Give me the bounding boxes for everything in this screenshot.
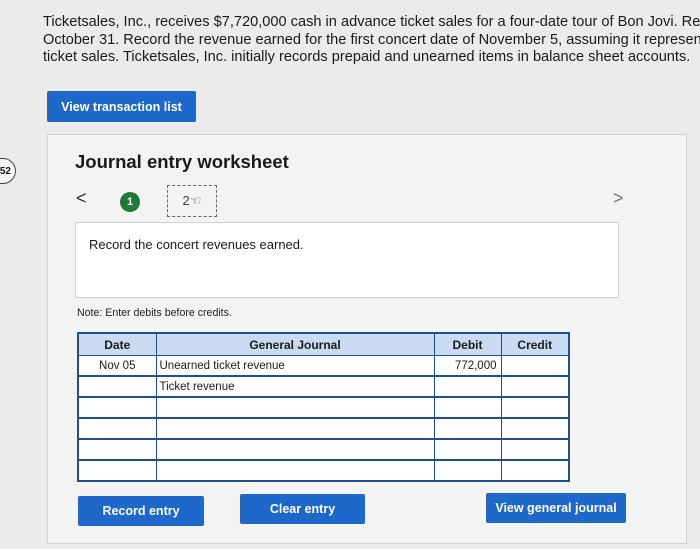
- entry-note: Note: Enter debits before credits.: [77, 307, 232, 319]
- date-cell[interactable]: [77, 375, 157, 398]
- problem-line-2: October 31. Record the revenue earned fo…: [43, 31, 700, 48]
- credit-column-header: Credit: [500, 332, 570, 356]
- account-cell[interactable]: [155, 417, 435, 440]
- credit-cell[interactable]: [500, 438, 570, 461]
- table-row: [77, 396, 570, 419]
- problem-line-3: ticket sales. Ticketsales, Inc. initiall…: [43, 49, 691, 65]
- view-transaction-list-button[interactable]: View transaction list: [47, 91, 196, 122]
- account-cell[interactable]: Unearned ticket revenue: [155, 355, 435, 377]
- debit-cell[interactable]: [433, 396, 502, 419]
- credit-cell[interactable]: [500, 417, 570, 440]
- previous-step-chevron-icon[interactable]: <: [76, 188, 87, 209]
- credit-cell[interactable]: [500, 355, 570, 377]
- table-row: [77, 438, 570, 461]
- debit-cell[interactable]: 772,000: [433, 355, 502, 377]
- credit-cell[interactable]: [500, 396, 570, 419]
- table-row: [77, 417, 570, 440]
- debit-column-header: Debit: [433, 332, 502, 356]
- account-cell[interactable]: [155, 438, 435, 461]
- general-journal-column-header: General Journal: [155, 332, 435, 356]
- problem-text: Ticketsales, Inc., receives $7,720,000 c…: [43, 14, 700, 67]
- problem-line-1: Ticketsales, Inc., receives $7,720,000 c…: [43, 14, 700, 30]
- date-cell[interactable]: Nov 05: [77, 355, 157, 377]
- clear-entry-button[interactable]: Clear entry: [240, 494, 365, 524]
- date-cell[interactable]: [77, 459, 157, 482]
- table-row: Ticket revenue: [77, 375, 570, 398]
- debit-cell[interactable]: [433, 459, 502, 482]
- next-step-chevron-icon[interactable]: >: [613, 188, 624, 209]
- journal-table: Date General Journal Debit Credit Nov 05…: [77, 332, 570, 482]
- date-cell[interactable]: [77, 396, 157, 419]
- account-cell[interactable]: Ticket revenue: [155, 375, 435, 398]
- step-1-button[interactable]: 1: [120, 192, 140, 212]
- debit-cell[interactable]: [433, 438, 502, 461]
- step-2-button[interactable]: 2☜: [167, 185, 217, 217]
- view-general-journal-button[interactable]: View general journal: [486, 493, 626, 523]
- date-cell[interactable]: [77, 438, 157, 461]
- account-cell[interactable]: [155, 459, 435, 482]
- date-column-header: Date: [77, 332, 157, 356]
- credit-cell[interactable]: [500, 375, 570, 398]
- record-entry-button[interactable]: Record entry: [78, 496, 204, 526]
- debit-cell[interactable]: [433, 417, 502, 440]
- worksheet-title: Journal entry worksheet: [75, 151, 289, 172]
- credit-cell[interactable]: [500, 459, 570, 482]
- instruction-text: Record the concert revenues earned.: [89, 237, 304, 252]
- instruction-box: Record the concert revenues earned.: [75, 222, 619, 298]
- hand-cursor-icon: ☜: [189, 193, 202, 208]
- question-number-badge[interactable]: 52: [0, 158, 16, 184]
- date-cell[interactable]: [77, 417, 157, 440]
- step-2-label: 2: [182, 193, 190, 208]
- debit-cell[interactable]: [433, 375, 502, 398]
- table-row: [77, 459, 570, 482]
- account-cell[interactable]: [155, 396, 435, 419]
- table-row: Nov 05 Unearned ticket revenue 772,000: [77, 355, 570, 377]
